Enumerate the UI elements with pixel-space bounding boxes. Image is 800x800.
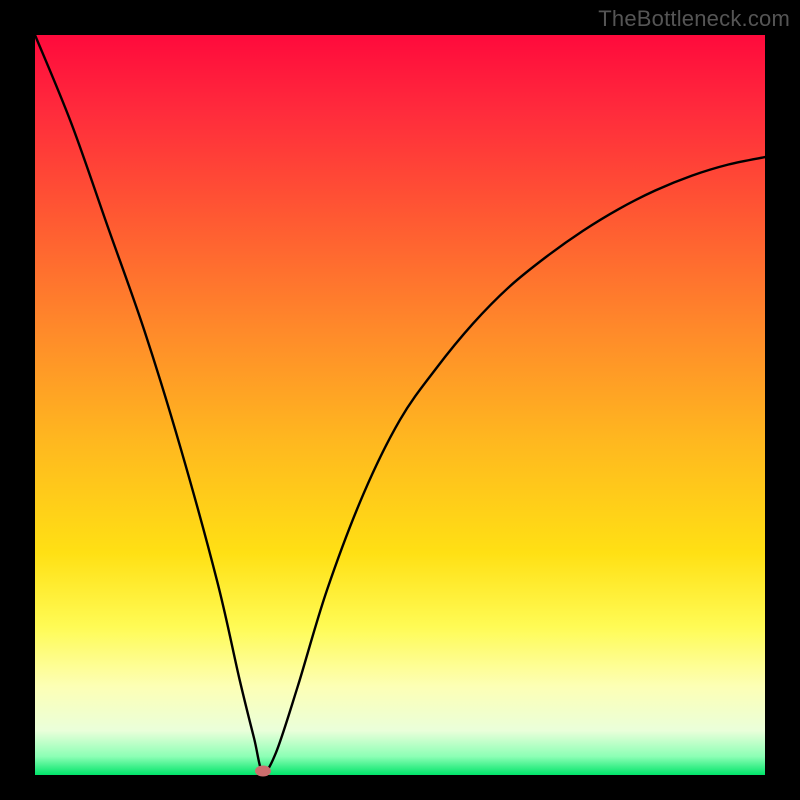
plot-area <box>35 35 765 775</box>
watermark-text: TheBottleneck.com <box>598 6 790 32</box>
optimum-marker <box>255 766 271 777</box>
chart-frame: TheBottleneck.com <box>0 0 800 800</box>
bottleneck-curve <box>35 35 765 775</box>
